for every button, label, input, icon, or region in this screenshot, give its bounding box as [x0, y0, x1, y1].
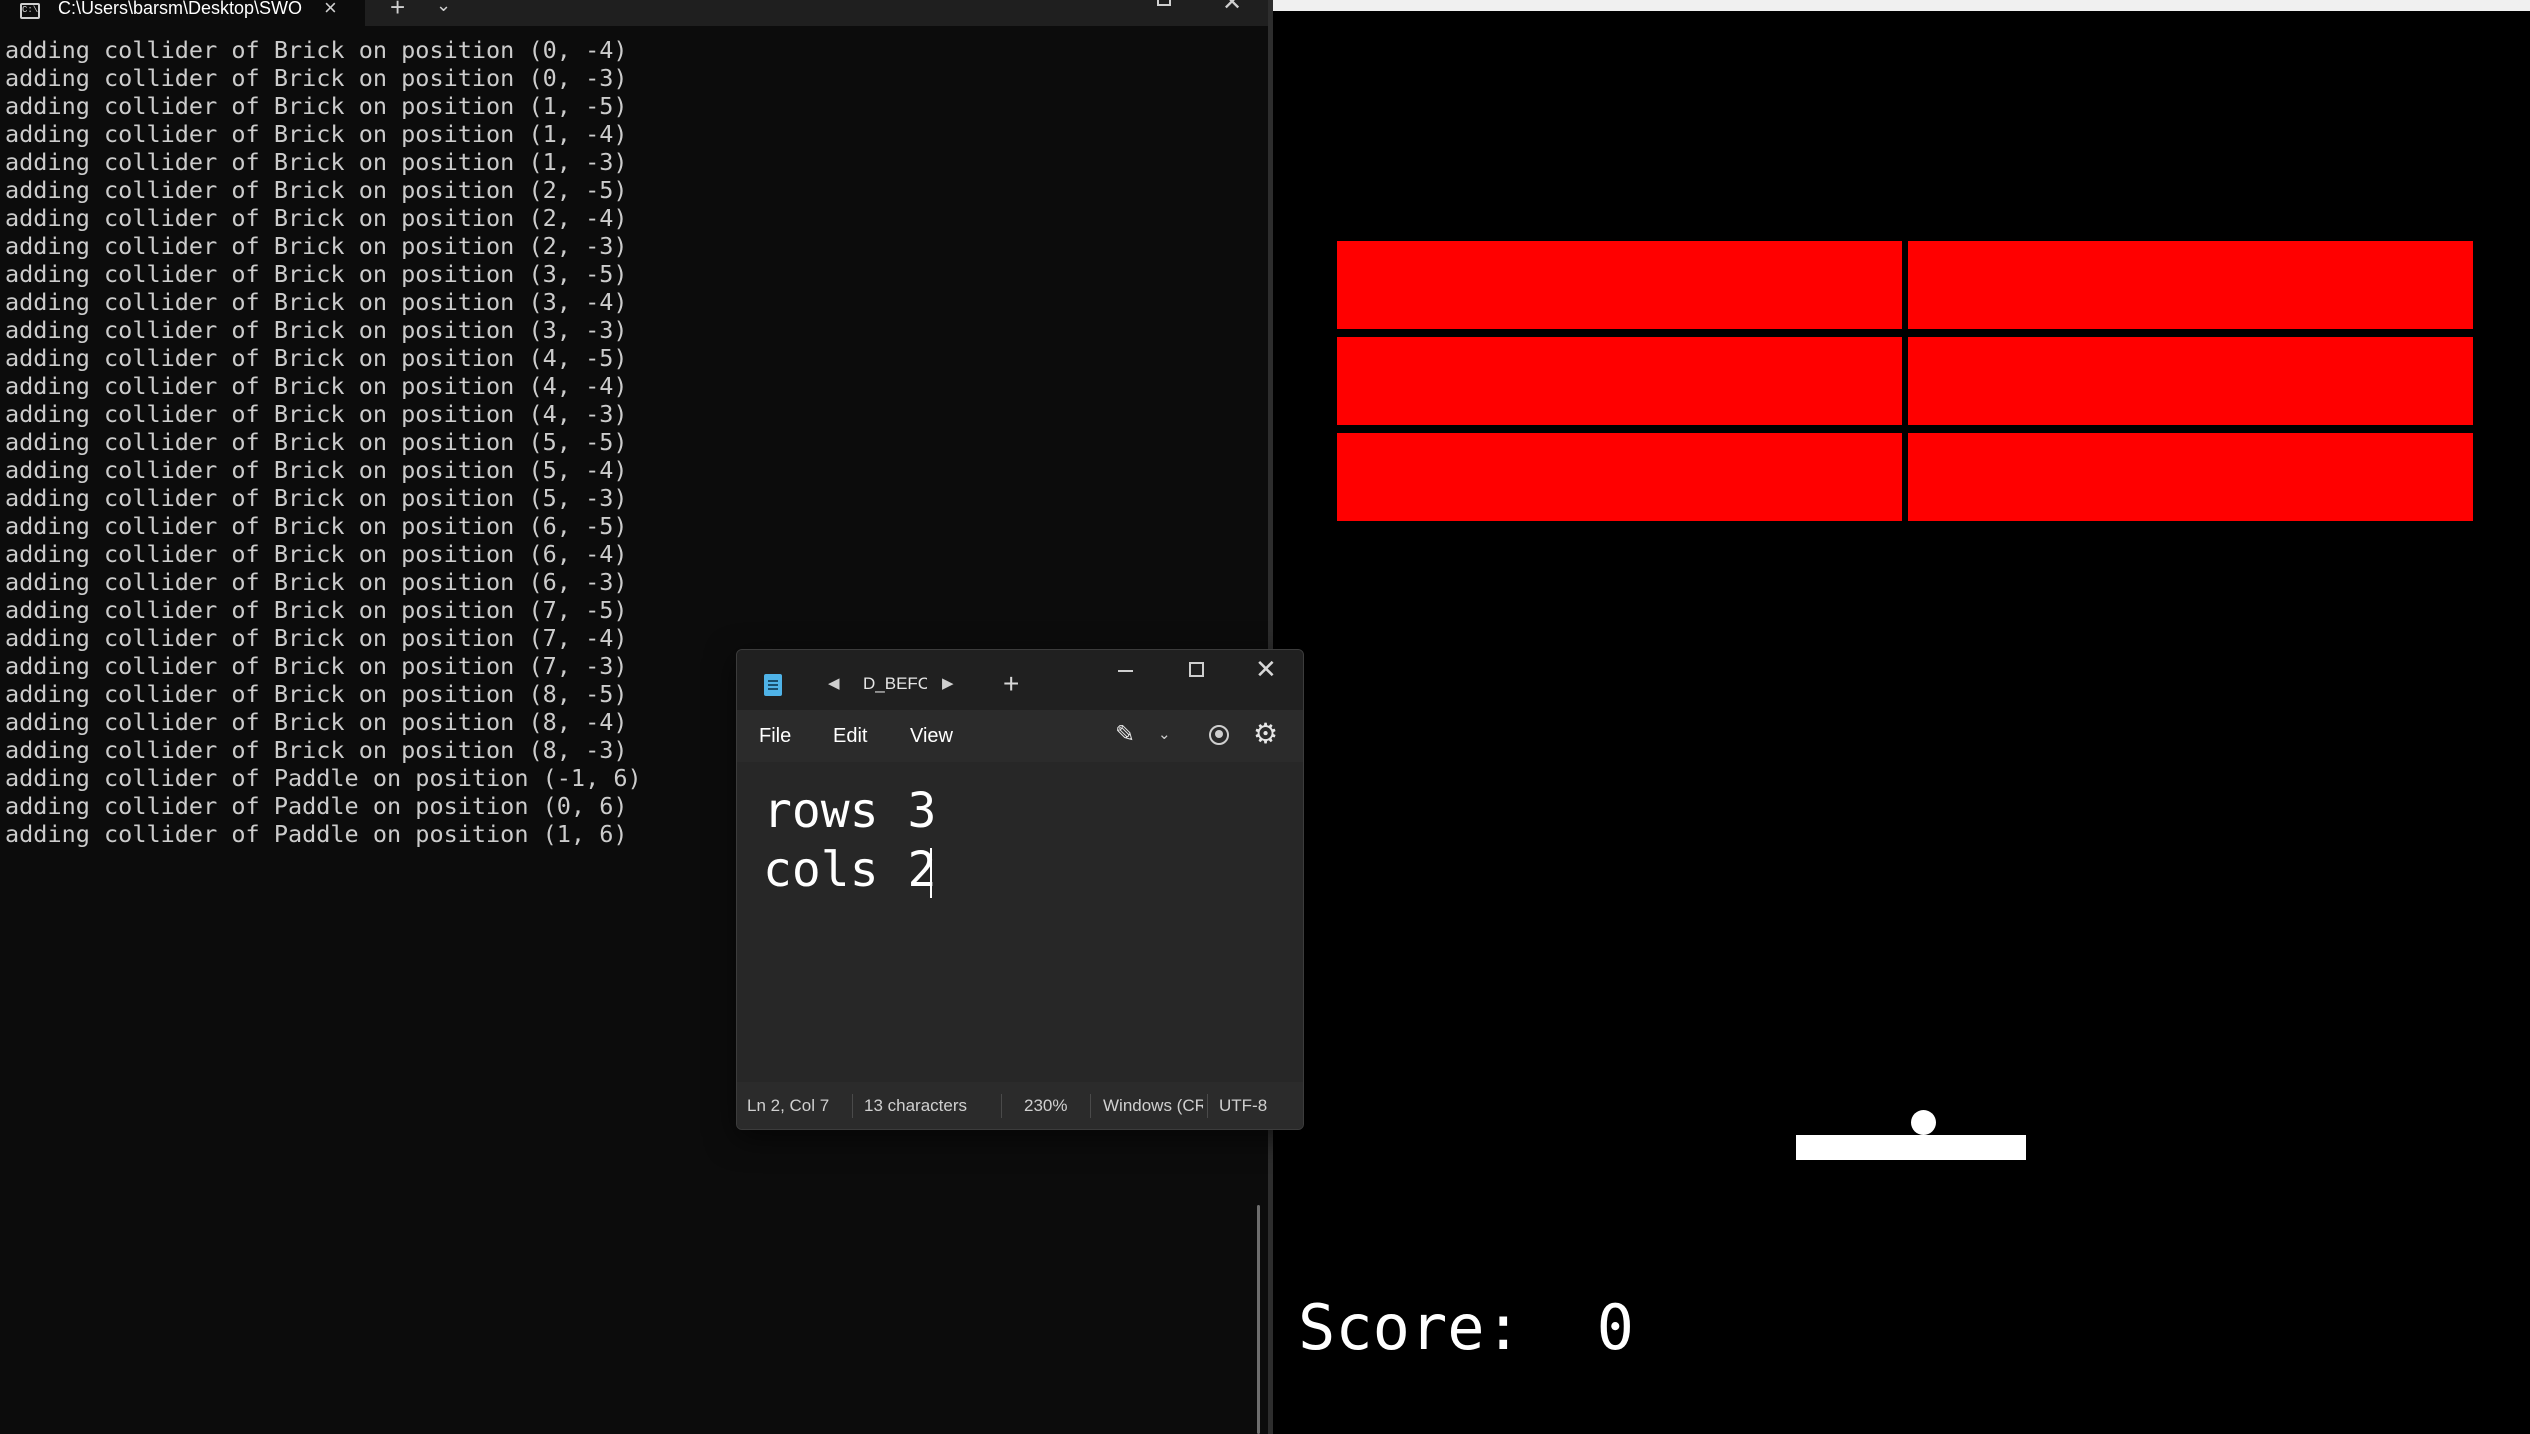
status-divider — [1090, 1094, 1091, 1118]
terminal-output-line: adding collider of Brick on position (1,… — [5, 120, 628, 148]
notepad-statusbar: Ln 2, Col 7 13 characters 230% Windows (… — [737, 1082, 1303, 1129]
menu-edit[interactable]: Edit — [833, 724, 867, 748]
terminal-output-line: adding collider of Brick on position (2,… — [5, 204, 628, 232]
chevron-left-icon[interactable]: ◀ — [828, 676, 840, 692]
terminal-output-line: adding collider of Brick on position (5,… — [5, 428, 628, 456]
account-icon[interactable] — [1209, 725, 1229, 745]
brick — [1908, 337, 2473, 425]
brick — [1908, 433, 2473, 521]
status-cursor-position: Ln 2, Col 7 — [747, 1096, 830, 1115]
terminal-output-line: adding collider of Brick on position (0,… — [5, 64, 628, 92]
notepad-editor[interactable]: rows 3 cols 2 — [737, 762, 1303, 1082]
terminal-output-line: adding collider of Brick on position (6,… — [5, 568, 628, 596]
terminal-tab-title: C:\Users\barsm\Desktop\SWO — [58, 0, 303, 18]
ball — [1911, 1110, 1936, 1135]
terminal-output-line: adding collider of Brick on position (2,… — [5, 232, 628, 260]
close-icon[interactable]: ✕ — [1255, 654, 1277, 684]
brick — [1337, 337, 1902, 425]
terminal-tab[interactable]: C:\ C:\Users\barsm\Desktop\SWO × — [0, 0, 365, 26]
terminal-icon: C:\ — [20, 3, 40, 19]
notepad-titlebar: ◀ D_BEFC ▶ + ✕ — [737, 650, 1303, 710]
terminal-output-line: adding collider of Brick on position (3,… — [5, 260, 628, 288]
terminal-output-line: adding collider of Brick on position (7,… — [5, 624, 628, 652]
game-titlebar — [1273, 0, 2530, 11]
terminal-output-line: adding collider of Brick on position (2,… — [5, 176, 628, 204]
terminal-output-line: adding collider of Brick on position (4,… — [5, 400, 628, 428]
terminal-output-line: adding collider of Brick on position (4,… — [5, 372, 628, 400]
terminal-output-line: adding collider of Brick on position (3,… — [5, 288, 628, 316]
terminal-titlebar: C:\ C:\Users\barsm\Desktop\SWO × + ⌄ ✕ — [0, 0, 1270, 26]
brick — [1337, 241, 1902, 329]
chevron-right-icon[interactable]: ▶ — [942, 676, 954, 692]
close-icon[interactable]: ✕ — [1222, 0, 1242, 15]
notepad-tab-title[interactable]: D_BEFC — [863, 674, 927, 694]
terminal-output-line: adding collider of Brick on position (1,… — [5, 92, 628, 120]
terminal-output-line: adding collider of Brick on position (6,… — [5, 512, 628, 540]
minimize-icon[interactable] — [1118, 670, 1133, 672]
maximize-icon[interactable] — [1189, 662, 1204, 677]
terminal-scrollbar[interactable] — [1257, 1205, 1260, 1434]
terminal-output-line: adding collider of Brick on position (4,… — [5, 344, 628, 372]
terminal-output-line: adding collider of Brick on position (0,… — [5, 36, 628, 64]
status-character-count: 13 characters — [864, 1096, 967, 1115]
terminal-output-line: adding collider of Brick on position (5,… — [5, 456, 628, 484]
terminal-output-line: adding collider of Brick on position (5,… — [5, 484, 628, 512]
game-window: Score: 0 — [1273, 0, 2530, 1434]
notepad-icon — [764, 674, 782, 696]
gear-icon[interactable]: ⚙ — [1253, 719, 1278, 749]
maximize-icon[interactable] — [1157, 0, 1171, 6]
text-caret — [930, 848, 932, 898]
status-encoding[interactable]: UTF-8 — [1219, 1096, 1289, 1116]
new-tab-icon[interactable]: + — [390, 0, 405, 20]
menu-file[interactable]: File — [759, 724, 791, 748]
new-tab-icon[interactable]: + — [1003, 670, 1019, 698]
status-zoom[interactable]: 230% — [1024, 1096, 1084, 1116]
notepad-menubar: File Edit View ✎ ⌄ ⚙ — [737, 710, 1303, 762]
status-divider — [1207, 1094, 1208, 1118]
notepad-window: ◀ D_BEFC ▶ + ✕ File Edit View ✎ ⌄ ⚙ rows… — [736, 649, 1304, 1130]
status-divider — [852, 1094, 853, 1118]
terminal-output-line: adding collider of Brick on position (1,… — [5, 148, 628, 176]
score-label: Score: 0 — [1298, 1291, 1634, 1364]
close-tab-icon[interactable]: × — [324, 0, 337, 19]
brick — [1908, 241, 2473, 329]
paddle — [1796, 1135, 2026, 1160]
copilot-pen-icon[interactable]: ✎ — [1115, 722, 1135, 748]
terminal-output-line: adding collider of Brick on position (3,… — [5, 316, 628, 344]
terminal-output-line: adding collider of Brick on position (6,… — [5, 540, 628, 568]
chevron-down-icon[interactable]: ⌄ — [436, 0, 451, 15]
editor-text[interactable]: rows 3 cols 2 — [763, 782, 936, 900]
chevron-down-icon[interactable]: ⌄ — [1158, 726, 1171, 744]
status-line-ending[interactable]: Windows (CRLF) — [1103, 1096, 1203, 1116]
brick — [1337, 433, 1902, 521]
terminal-output-line: adding collider of Brick on position (7,… — [5, 596, 628, 624]
status-divider — [1001, 1094, 1002, 1118]
menu-view[interactable]: View — [910, 724, 953, 748]
